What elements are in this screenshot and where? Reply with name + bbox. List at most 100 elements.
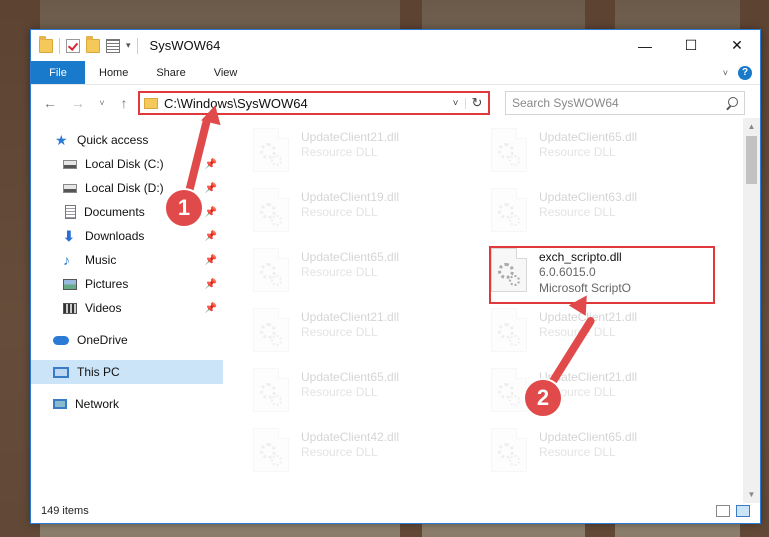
documents-icon xyxy=(65,205,76,219)
file-item[interactable]: UpdateClient65.dll Resource DLL xyxy=(253,248,478,304)
nav-item-network[interactable]: Network xyxy=(31,392,223,416)
separator xyxy=(136,37,138,54)
file-type: Resource DLL xyxy=(301,325,378,339)
pin-icon: 📌 xyxy=(204,230,217,242)
close-button[interactable]: ✕ xyxy=(714,30,760,61)
file-item[interactable]: UpdateClient42.dll Resource DLL xyxy=(253,428,478,484)
details-view-icon[interactable] xyxy=(716,505,730,517)
title-bar: ▾ SysWOW64 — ☐ ✕ xyxy=(31,30,760,61)
file-item[interactable]: UpdateClient19.dll Resource DLL xyxy=(253,188,478,244)
tab-view[interactable]: View xyxy=(200,61,252,84)
scrollbar-thumb[interactable] xyxy=(746,136,757,184)
file-name: UpdateClient21.dll xyxy=(301,130,400,144)
nav-item-downloads[interactable]: ⬇ Downloads 📌 xyxy=(31,224,223,248)
search-input[interactable]: Search SysWOW64 xyxy=(505,91,745,115)
dll-file-icon xyxy=(491,308,527,352)
callout-step-2: 2 xyxy=(523,378,563,418)
dll-file-icon xyxy=(253,128,289,172)
pin-icon: 📌 xyxy=(204,302,217,314)
file-name: UpdateClient65.dll xyxy=(539,130,638,144)
dll-file-icon xyxy=(253,368,289,412)
nav-item-pictures[interactable]: Pictures 📌 xyxy=(31,272,223,296)
nav-item-label: Videos xyxy=(85,301,122,315)
properties-check-icon[interactable] xyxy=(66,38,80,53)
vertical-scrollbar[interactable]: ▲ ▼ xyxy=(743,118,760,503)
recent-locations-icon[interactable]: ˅ xyxy=(91,98,113,108)
explorer-window: ▾ SysWOW64 — ☐ ✕ File Home Share View ˅ … xyxy=(30,29,761,524)
file-type: Resource DLL xyxy=(539,445,616,459)
file-name: UpdateClient21.dll xyxy=(301,310,400,324)
nav-item-label: Downloads xyxy=(85,229,145,243)
maximize-button[interactable]: ☐ xyxy=(668,30,714,61)
address-row: ← → ˅ ↑ C:\Windows\SysWOW64 ˅ ↻ Search S… xyxy=(31,88,760,118)
quick-access-toolbar: ▾ xyxy=(31,35,138,54)
file-name: UpdateClient65.dll xyxy=(301,250,400,264)
nav-item-label: Local Disk (D:) xyxy=(85,181,164,195)
file-item[interactable]: UpdateClient63.dll Resource DLL xyxy=(491,188,716,244)
address-path[interactable]: C:\Windows\SysWOW64 xyxy=(164,96,308,111)
highlight-frame xyxy=(489,246,715,304)
dll-file-icon xyxy=(253,188,289,232)
file-type: Resource DLL xyxy=(301,385,378,399)
file-type: Resource DLL xyxy=(539,205,616,219)
nav-item-this-pc[interactable]: This PC xyxy=(31,360,223,384)
download-icon: ⬇ xyxy=(63,228,75,244)
tab-share[interactable]: Share xyxy=(142,61,199,84)
file-item[interactable]: UpdateClient65.dll Resource DLL xyxy=(491,128,716,184)
dll-file-icon xyxy=(491,128,527,172)
search-icon[interactable] xyxy=(726,97,738,109)
dll-file-icon xyxy=(491,188,527,232)
address-bar[interactable]: C:\Windows\SysWOW64 ˅ ↻ xyxy=(138,91,490,115)
back-arrow-icon[interactable]: ← xyxy=(39,95,61,111)
new-folder-icon[interactable] xyxy=(86,35,100,53)
status-bar: 149 items xyxy=(31,499,760,523)
nav-item-label: OneDrive xyxy=(77,333,128,347)
nav-item-label: Music xyxy=(85,253,117,267)
file-name: UpdateClient19.dll xyxy=(301,190,400,204)
file-type: Resource DLL xyxy=(301,145,378,159)
window-controls: — ☐ ✕ xyxy=(622,30,760,61)
help-icon[interactable]: ? xyxy=(738,65,752,80)
pin-icon: 📌 xyxy=(204,182,217,194)
file-item[interactable]: UpdateClient21.dllResource DLL xyxy=(491,308,716,364)
chevron-down-icon[interactable]: ▾ xyxy=(126,40,131,51)
ribbon-right: ˅ ? xyxy=(723,61,760,84)
file-item[interactable]: UpdateClient65.dll Resource DLL xyxy=(491,428,716,484)
view-switcher xyxy=(716,505,760,517)
chevron-down-icon[interactable]: ˅ xyxy=(446,97,466,109)
nav-item-onedrive[interactable]: OneDrive xyxy=(31,328,223,352)
star-icon: ★ xyxy=(55,132,68,148)
up-arrow-icon[interactable]: ↑ xyxy=(113,95,135,111)
pin-icon: 📌 xyxy=(204,158,217,170)
large-icons-view-icon[interactable] xyxy=(736,505,750,517)
ribbon-tabs: File Home Share View ˅ ? xyxy=(31,61,760,85)
music-icon: ♪ xyxy=(63,252,70,268)
window-title: SysWOW64 xyxy=(149,38,221,53)
search-placeholder: Search SysWOW64 xyxy=(512,96,619,110)
file-item[interactable]: UpdateClient65.dll Resource DLL xyxy=(253,368,478,424)
nav-item-quick-access[interactable]: ★ Quick access xyxy=(31,128,223,152)
refresh-icon[interactable]: ↻ xyxy=(466,95,488,111)
nav-item-label: Documents xyxy=(84,205,145,219)
dll-file-icon xyxy=(253,308,289,352)
dll-file-icon xyxy=(253,428,289,472)
customize-icon[interactable] xyxy=(106,38,120,53)
nav-item-music[interactable]: ♪ Music 📌 xyxy=(31,248,223,272)
tab-home[interactable]: Home xyxy=(85,61,142,84)
folder-icon xyxy=(39,35,53,53)
nav-item-label: Pictures xyxy=(85,277,129,291)
minimize-button[interactable]: — xyxy=(622,30,668,61)
computer-icon xyxy=(53,366,69,378)
tab-file[interactable]: File xyxy=(31,61,85,84)
expand-ribbon-icon[interactable]: ˅ xyxy=(723,68,728,78)
file-item[interactable]: UpdateClient21.dllResource DLL xyxy=(253,128,478,184)
network-icon xyxy=(53,399,67,409)
file-item[interactable]: UpdateClient21.dllResource DLL xyxy=(253,308,478,364)
nav-item-label: Local Disk (C:) xyxy=(85,157,164,171)
callout-step-1: 1 xyxy=(164,188,204,228)
nav-item-videos[interactable]: Videos 📌 xyxy=(31,296,223,320)
file-type: Resource DLL xyxy=(539,145,616,159)
forward-arrow-icon[interactable]: → xyxy=(67,95,89,111)
file-name: UpdateClient65.dll xyxy=(301,370,400,384)
scroll-up-icon[interactable]: ▲ xyxy=(743,118,760,135)
